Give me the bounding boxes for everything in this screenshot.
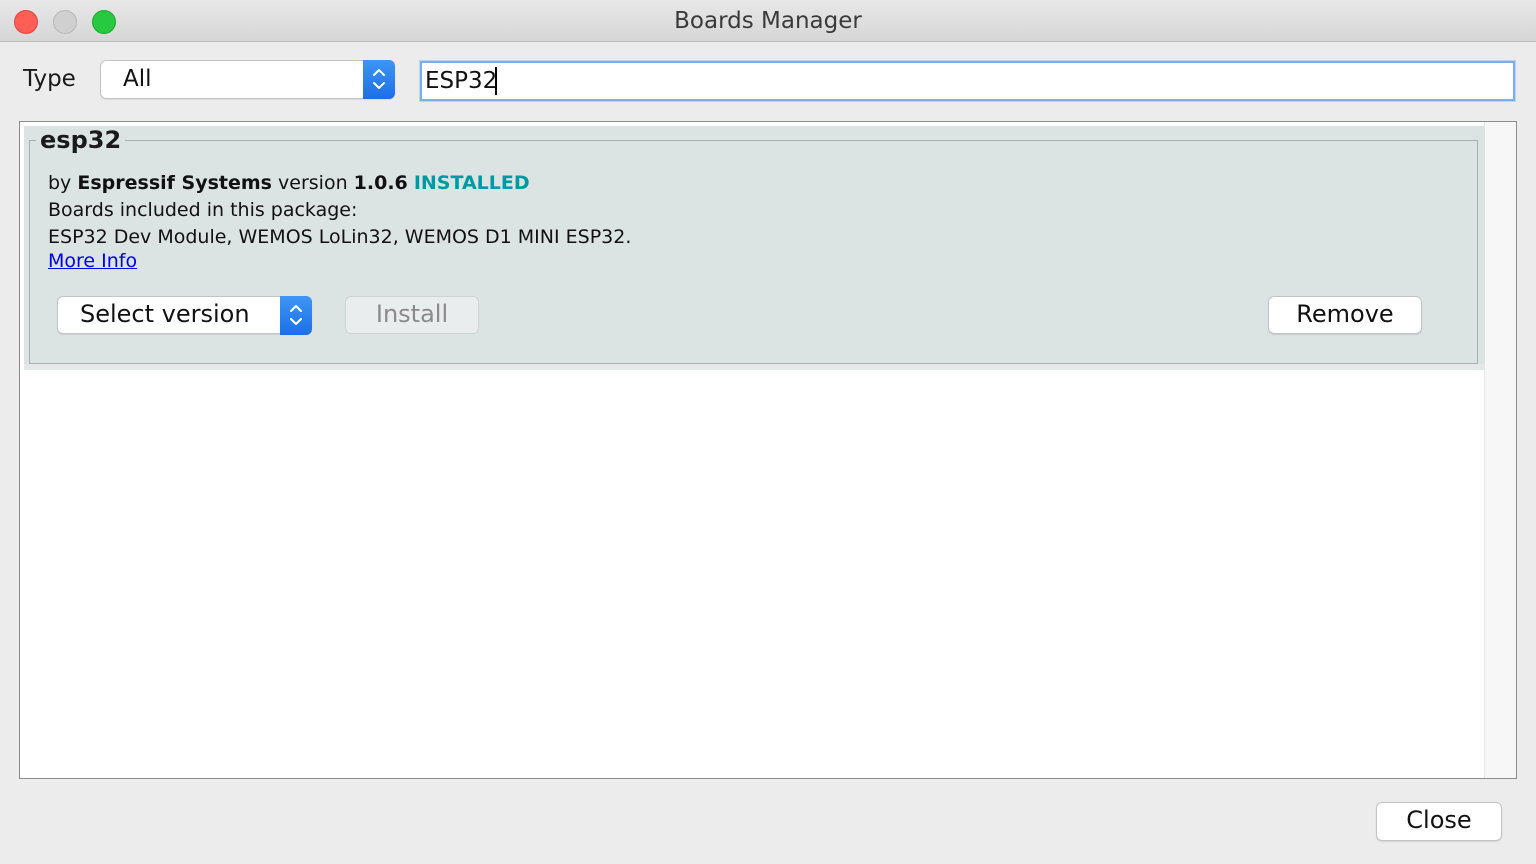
by-prefix: by xyxy=(48,172,72,194)
boards-manager-window: Boards Manager Type All esp32 by Espress… xyxy=(0,0,1536,864)
version-prefix: version xyxy=(278,172,348,194)
package-list[interactable]: esp32 by Espressif Systems version 1.0.6… xyxy=(19,121,1517,779)
install-button[interactable]: Install xyxy=(345,296,479,334)
search-input[interactable] xyxy=(420,61,1515,101)
package-info-line: by Espressif Systems version 1.0.6 INSTA… xyxy=(48,172,530,194)
up-down-chevron-icon[interactable] xyxy=(363,60,395,99)
vertical-scrollbar[interactable] xyxy=(1484,122,1516,778)
close-button[interactable]: Close xyxy=(1376,802,1502,841)
package-version: 1.0.6 xyxy=(353,172,408,194)
boards-list: ESP32 Dev Module, WEMOS LoLin32, WEMOS D… xyxy=(48,226,632,248)
type-select-value: All xyxy=(123,66,152,92)
more-info-link[interactable]: More Info xyxy=(48,250,137,272)
title-bar: Boards Manager xyxy=(0,0,1536,42)
boards-heading: Boards included in this package: xyxy=(48,199,358,221)
text-caret xyxy=(495,67,497,95)
type-select[interactable]: All xyxy=(100,60,395,99)
window-title: Boards Manager xyxy=(674,8,862,34)
version-select-value: Select version xyxy=(80,300,250,328)
installed-status: INSTALLED xyxy=(413,172,530,194)
package-item-esp32[interactable]: esp32 by Espressif Systems version 1.0.6… xyxy=(24,126,1485,370)
type-label: Type xyxy=(23,66,76,92)
version-select[interactable]: Select version xyxy=(57,296,312,335)
remove-button[interactable]: Remove xyxy=(1268,296,1422,334)
package-author: Espressif Systems xyxy=(77,172,272,194)
up-down-chevron-icon[interactable] xyxy=(280,296,312,335)
package-name: esp32 xyxy=(36,126,126,154)
